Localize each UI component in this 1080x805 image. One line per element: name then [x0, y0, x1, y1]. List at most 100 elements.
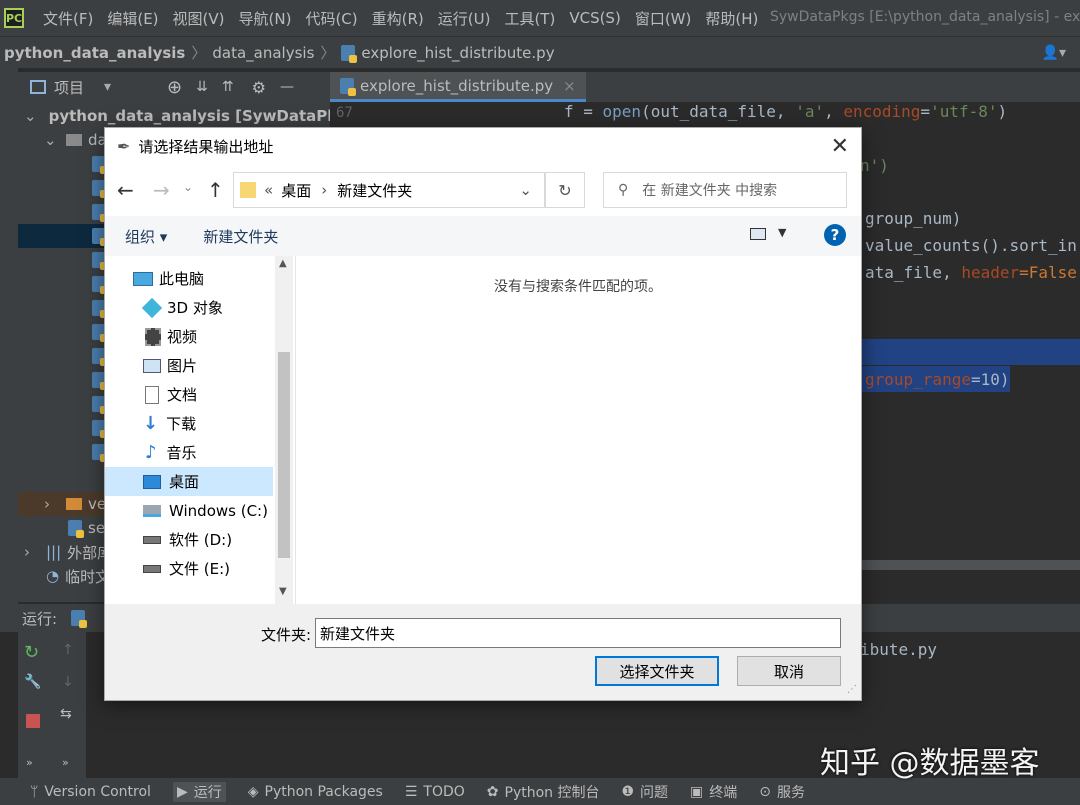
branch-icon: ᛘ [30, 783, 39, 800]
todo-tab[interactable]: ☰ TODO [405, 784, 465, 800]
close-tab-icon[interactable]: × [563, 77, 576, 95]
run-tab[interactable]: ▶ 运行 [172, 781, 226, 802]
menu-window[interactable]: 窗口(W) [628, 8, 699, 29]
help-icon[interactable]: ? [824, 224, 846, 246]
horizontal-scrollbar[interactable] [860, 560, 1080, 570]
cancel-button[interactable]: 取消 [737, 656, 841, 686]
view-options-icon[interactable] [750, 228, 766, 240]
minimize-icon[interactable]: — [280, 79, 294, 95]
scroll-down-icon[interactable]: ▼ [279, 586, 287, 597]
nav-item-drive-c[interactable]: Windows (C:) [105, 496, 273, 525]
up-arrow-icon[interactable]: ↑ [62, 642, 74, 658]
nav-item-documents[interactable]: 文档 [105, 380, 273, 409]
python-run-icon[interactable] [71, 610, 88, 628]
services-tab[interactable]: ⊙ 服务 [759, 782, 805, 802]
project-panel-icon [30, 80, 46, 94]
organize-button[interactable]: 组织 ▾ [125, 226, 167, 247]
project-panel-title[interactable]: 项目 [54, 77, 84, 98]
nav-item-music[interactable]: ♪ 音乐 [105, 438, 273, 467]
folder-name-input[interactable] [315, 618, 841, 648]
menu-run[interactable]: 运行(U) [431, 8, 498, 29]
nav-item-pictures[interactable]: 图片 [105, 351, 273, 380]
menu-code[interactable]: 代码(C) [298, 8, 364, 29]
breadcrumb-file[interactable]: explore_hist_distribute.py [361, 44, 554, 62]
refresh-button[interactable]: ↻ [545, 172, 585, 208]
menu-vcs[interactable]: VCS(S) [562, 9, 627, 27]
nav-item-label: 文件 (E:) [169, 560, 231, 578]
nav-item-videos[interactable]: 视频 [105, 322, 273, 351]
terminal-tab[interactable]: ▣ 终端 [690, 782, 737, 802]
nav-item-downloads[interactable]: ↓ 下载 [105, 409, 273, 438]
user-account-icon[interactable]: 👤▾ [1042, 45, 1066, 61]
folder-icon [66, 134, 82, 146]
wrench-icon[interactable]: 🔧 [24, 674, 41, 690]
editor-tab-label: explore_hist_distribute.py [360, 76, 554, 95]
run-toolbar: ↻ ↑ 🔧 ↓ ⇆ » » [18, 632, 86, 778]
chevron-down-icon[interactable]: ▾ [104, 79, 111, 95]
python-console-tab[interactable]: ✿ Python 控制台 [487, 782, 600, 802]
collapse-all-icon[interactable]: ⇈ [222, 79, 234, 95]
problems-tab[interactable]: ❶ 问题 [621, 782, 668, 802]
run-panel-label: 运行: [22, 609, 58, 628]
nav-item-drive-d[interactable]: 软件 (D:) [105, 525, 273, 554]
new-folder-button[interactable]: 新建文件夹 [203, 226, 278, 247]
editor-tab-active[interactable]: explore_hist_distribute.py × [330, 72, 586, 102]
file-list-pane[interactable]: 没有与搜索条件匹配的项。 [295, 256, 861, 604]
code-token-builtin: open [602, 102, 642, 121]
nav-scrollbar[interactable]: ▲ ▼ [275, 256, 293, 604]
gear-icon[interactable]: ⚙ [252, 78, 266, 97]
menu-tools[interactable]: 工具(T) [497, 8, 562, 29]
breadcrumb-folder[interactable]: data_analysis [212, 44, 314, 62]
code-line: group_range=10) [865, 370, 1010, 389]
chevron-down-icon: ⌄ [24, 107, 37, 125]
nav-item-desktop[interactable]: 桌面 [105, 467, 273, 496]
chevron-right-icon: 〉 [320, 44, 336, 62]
address-part[interactable]: 新建文件夹 [337, 180, 412, 201]
chevron-down-icon[interactable]: ⌄ [183, 180, 193, 194]
back-arrow-icon[interactable]: ← [117, 178, 134, 202]
address-prefix[interactable]: « [264, 181, 273, 199]
music-note-icon: ♪ [145, 442, 157, 463]
code-line: group_num) [865, 209, 962, 228]
close-icon[interactable]: ✕ [831, 134, 849, 159]
address-part[interactable]: 桌面 [281, 180, 311, 201]
menu-navigate[interactable]: 导航(N) [232, 8, 299, 29]
rerun-icon[interactable]: ↻ [24, 642, 39, 663]
chevron-down-icon[interactable]: ▼ [778, 226, 786, 239]
tree-root[interactable]: ⌄ python_data_analysis [SywDataPkgs [18, 104, 330, 128]
menu-refactor[interactable]: 重构(R) [365, 8, 431, 29]
up-arrow-icon[interactable]: ↑ [207, 178, 224, 202]
address-bar[interactable]: « 桌面 › 新建文件夹 ⌄ [233, 172, 545, 208]
forward-arrow-icon[interactable]: → [153, 178, 170, 202]
nav-item-this-pc[interactable]: 此电脑 [105, 264, 273, 293]
nav-item-3d-objects[interactable]: 3D 对象 [105, 293, 273, 322]
version-control-tab[interactable]: ᛘ Version Control [30, 784, 151, 800]
window-title: SywDataPkgs [E:\python_data_analysis] - … [770, 9, 1080, 25]
search-input[interactable]: ⚲ 在 新建文件夹 中搜索 [603, 172, 847, 208]
code-token-param: group_range [865, 370, 971, 389]
select-folder-button[interactable]: 选择文件夹 [595, 656, 719, 686]
code-token-string: 'utf-8' [930, 102, 998, 121]
nav-item-drive-e[interactable]: 文件 (E:) [105, 554, 273, 583]
expand-all-icon[interactable]: ⇊ [196, 79, 208, 95]
menu-view[interactable]: 视图(V) [166, 8, 232, 29]
menu-edit[interactable]: 编辑(E) [100, 8, 165, 29]
down-arrow-icon[interactable]: ↓ [62, 674, 74, 690]
code-line: ata_file, header=False [865, 263, 1077, 282]
stop-icon[interactable] [26, 714, 40, 728]
more-icon[interactable]: » [62, 756, 69, 769]
wrap-icon[interactable]: ⇆ [60, 706, 72, 722]
more-icon[interactable]: » [26, 756, 33, 769]
nav-item-label: 视频 [167, 328, 198, 346]
nav-item-label: 此电脑 [159, 270, 205, 288]
chevron-down-icon[interactable]: ⌄ [519, 181, 532, 199]
locate-icon[interactable]: ⊕ [167, 77, 182, 98]
scroll-up-icon[interactable]: ▲ [279, 258, 287, 269]
menu-help[interactable]: 帮助(H) [698, 8, 765, 29]
menu-file[interactable]: 文件(F) [36, 8, 100, 29]
breadcrumb-project[interactable]: python_data_analysis [4, 44, 185, 62]
scroll-thumb[interactable] [278, 352, 290, 558]
python-packages-tab[interactable]: ◈ Python Packages [248, 784, 383, 800]
resize-grip-icon[interactable]: ⋰ [847, 684, 857, 695]
folder-icon [66, 498, 82, 510]
